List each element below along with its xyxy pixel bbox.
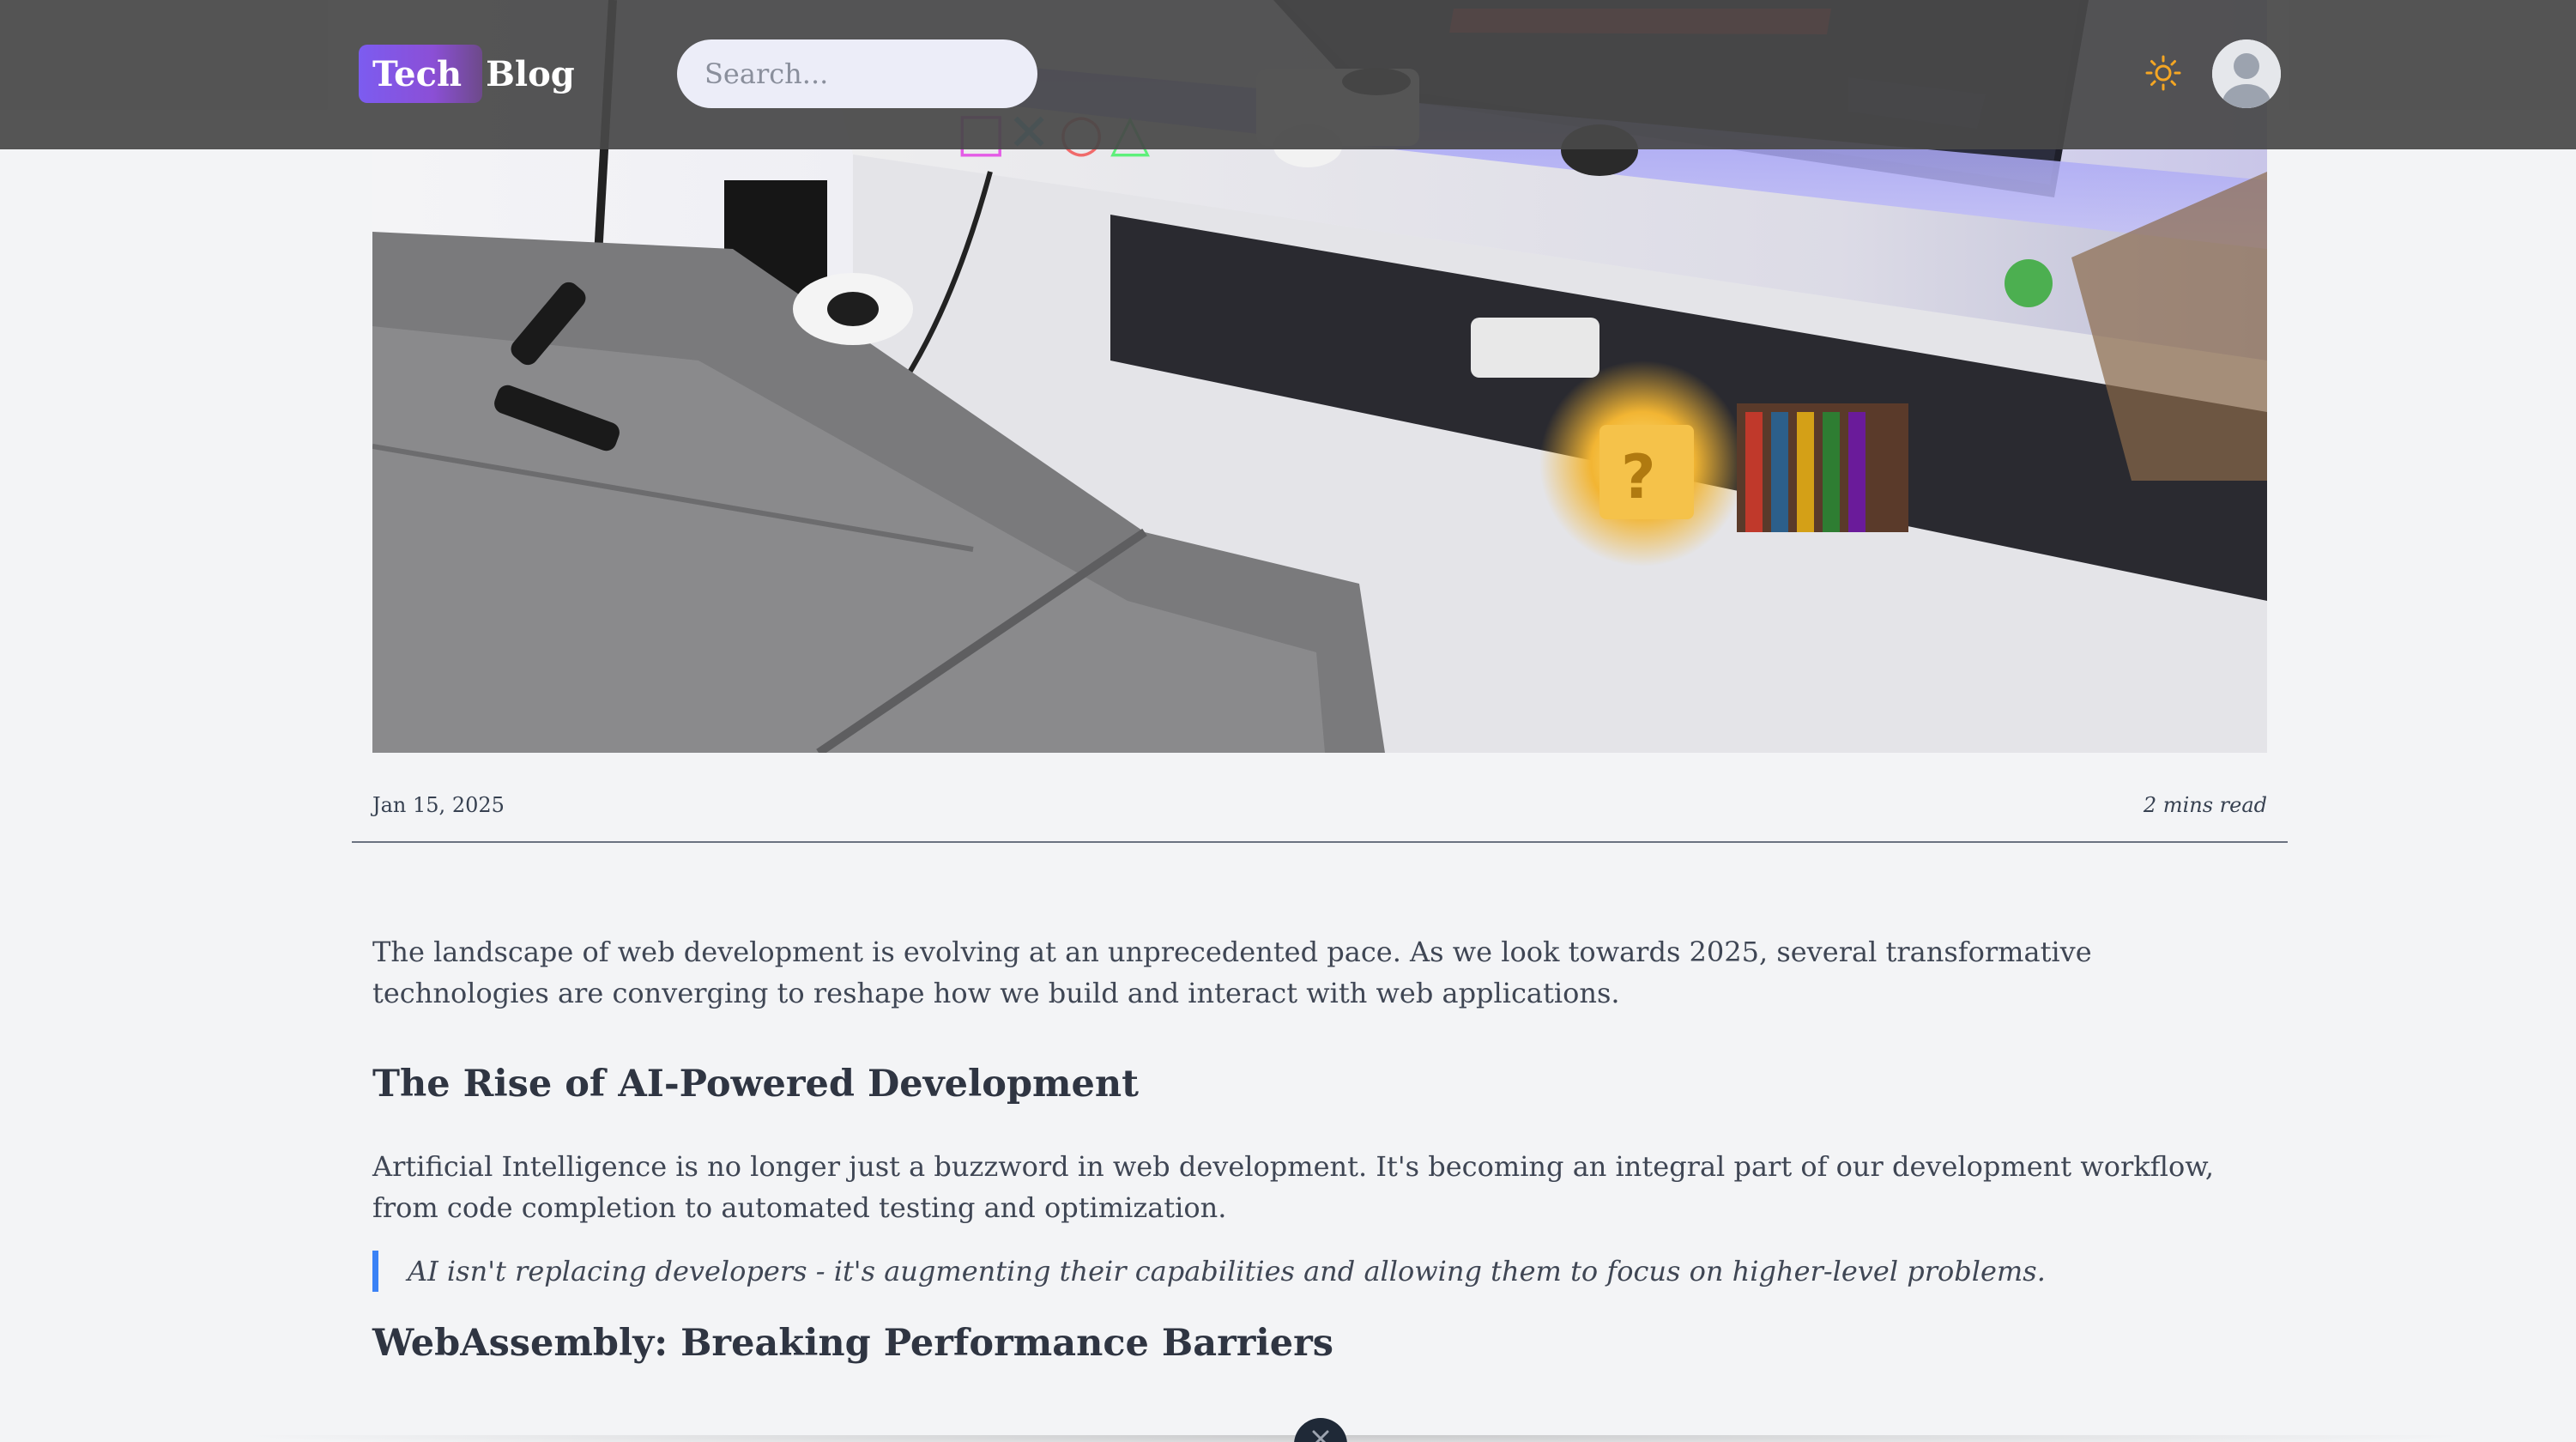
user-avatar-icon bbox=[2212, 39, 2281, 108]
paragraph-ai: Artificial Intelligence is no longer jus… bbox=[372, 1150, 2215, 1224]
svg-text:?: ? bbox=[1621, 442, 1656, 512]
post-body: The landscape of web development is evol… bbox=[372, 931, 2267, 1367]
meta-divider bbox=[352, 841, 2288, 843]
site-logo[interactable]: Tech Blog bbox=[359, 45, 575, 103]
sun-icon bbox=[2145, 55, 2181, 91]
search-input[interactable] bbox=[677, 39, 1037, 108]
bottom-bar-shadow bbox=[232, 1435, 2480, 1442]
read-time: 2 mins read bbox=[2143, 793, 2267, 817]
logo-text: Blog bbox=[486, 53, 575, 94]
bottom-bar-handle[interactable] bbox=[1294, 1418, 1347, 1442]
heading-webassembly: WebAssembly: Breaking Performance Barrie… bbox=[372, 1322, 1333, 1365]
paragraph-intro: The landscape of web development is evol… bbox=[372, 936, 2092, 1009]
x-logo-icon bbox=[1312, 1430, 1329, 1442]
logo-badge: Tech bbox=[359, 45, 483, 103]
theme-toggle-button[interactable] bbox=[2142, 52, 2185, 94]
user-avatar[interactable] bbox=[2212, 39, 2281, 108]
heading-ai-development: The Rise of AI-Powered Development bbox=[372, 1063, 1140, 1106]
post-date: Jan 15, 2025 bbox=[372, 793, 505, 817]
site-header: Tech Blog bbox=[0, 0, 2576, 149]
post-meta: Jan 15, 2025 2 mins read bbox=[372, 793, 2267, 817]
blockquote: AI isn't replacing developers - it's aug… bbox=[372, 1251, 2267, 1292]
